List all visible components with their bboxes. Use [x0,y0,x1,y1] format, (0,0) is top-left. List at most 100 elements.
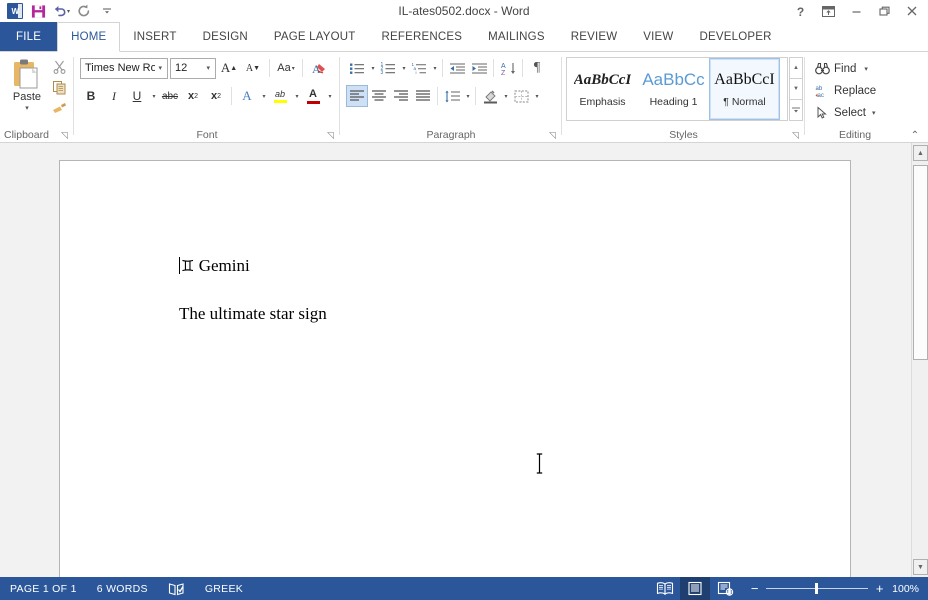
customize-quick-access-toolbar[interactable] [96,1,118,21]
word-count[interactable]: 6 WORDS [87,577,158,600]
tab-review[interactable]: REVIEW [558,22,631,51]
zoom-level-label[interactable]: 100% [892,583,928,595]
style-heading-1[interactable]: AaBbCc Heading 1 [638,58,709,120]
format-painter-button[interactable] [46,98,72,119]
multilevel-list-button[interactable]: 1 a i [408,57,430,79]
borders-dropdown-arrow[interactable]: ▾ [532,85,541,107]
ribbon-display-options-button[interactable] [814,0,842,22]
text-effects-dropdown-arrow[interactable]: ▾ [259,85,268,107]
copy-button[interactable] [46,77,72,98]
tab-insert[interactable]: INSERT [120,22,189,51]
styles-scroll-down-button[interactable]: ▼ [789,78,803,99]
styles-more-button[interactable] [789,99,803,121]
replace-button[interactable]: ab ac Replace [815,80,876,101]
font-color-dropdown-arrow[interactable]: ▾ [325,85,334,107]
numbering-dropdown-arrow[interactable]: ▾ [399,57,408,79]
multilevel-list-dropdown-arrow[interactable]: ▾ [430,57,439,79]
paragraph-dialog-launcher[interactable]: ◹ [549,130,559,140]
scroll-up-button[interactable]: ▲ [913,145,928,161]
zoom-slider[interactable] [766,583,869,594]
paste-dropdown-arrow[interactable]: ▾ [25,104,29,112]
bullets-button[interactable] [346,57,368,79]
chevron-down-icon[interactable]: ▾ [203,64,213,72]
font-name-combobox[interactable]: Times New Ro ▾ [80,57,168,79]
font-dialog-launcher[interactable]: ◹ [327,130,337,140]
help-button[interactable]: ? [786,0,814,22]
show-formatting-marks-button[interactable]: ¶ [526,57,548,79]
language-indicator[interactable]: GREEK [195,577,253,600]
cut-button[interactable] [46,56,72,77]
tab-references[interactable]: REFERENCES [369,22,476,51]
document-canvas[interactable]: ♊ Gemini The ultimate star sign [0,143,911,577]
sort-button[interactable]: A Z [497,57,519,79]
print-layout-button[interactable] [680,577,711,600]
close-button[interactable] [898,0,926,22]
underline-dropdown-arrow[interactable]: ▾ [149,85,158,107]
chevron-down-icon[interactable]: ▾ [292,65,295,72]
find-dropdown-arrow[interactable]: ▾ [864,65,868,73]
save-button[interactable] [27,1,49,21]
tab-home[interactable]: HOME [57,22,121,52]
subscript-button[interactable]: x2 [182,85,204,107]
line-spacing-button[interactable] [441,85,463,107]
decrease-indent-button[interactable] [446,57,468,79]
bullets-dropdown-arrow[interactable]: ▾ [368,57,377,79]
scroll-down-button[interactable]: ▼ [913,559,928,575]
collapse-ribbon-button[interactable]: ⌃ [908,128,922,142]
tab-design[interactable]: DESIGN [190,22,261,51]
web-layout-button[interactable] [710,577,740,600]
tab-page-layout[interactable]: PAGE LAYOUT [261,22,369,51]
find-button[interactable]: Find ▾ [815,58,868,79]
change-case-button[interactable]: Aa ▾ [275,57,297,79]
shading-dropdown-arrow[interactable]: ▾ [501,85,510,107]
align-center-button[interactable] [368,85,390,107]
align-right-button[interactable] [390,85,412,107]
select-dropdown-arrow[interactable]: ▾ [872,109,876,117]
font-color-button[interactable]: A [302,85,324,107]
borders-button[interactable] [510,85,532,107]
style-emphasis[interactable]: AaBbCcI Emphasis [567,58,638,120]
tab-mailings[interactable]: MAILINGS [475,22,558,51]
redo-button[interactable] [73,1,95,21]
underline-button[interactable]: U [126,85,148,107]
select-button[interactable]: Select ▾ [815,102,875,123]
zoom-in-button[interactable]: + [875,581,884,596]
vertical-scrollbar[interactable]: ▲ ▼ [911,143,928,577]
tab-view[interactable]: VIEW [630,22,686,51]
document-paragraph-2[interactable]: The ultimate star sign [179,304,327,324]
font-size-combobox[interactable]: 12 ▾ [170,57,216,79]
styles-scroll-up-button[interactable]: ▲ [789,57,803,78]
undo-dropdown-arrow[interactable]: ▾ [67,8,70,15]
strikethrough-button[interactable]: abc [159,85,181,107]
style-normal[interactable]: AaBbCcI ¶ Normal [709,58,780,120]
restore-button[interactable] [870,0,898,22]
shading-button[interactable] [479,85,501,107]
line-spacing-dropdown-arrow[interactable]: ▾ [463,85,472,107]
scrollbar-thumb[interactable] [913,165,928,360]
document-page[interactable]: ♊ Gemini The ultimate star sign [59,160,851,577]
paste-button[interactable]: Paste ▾ [6,56,48,124]
numbering-button[interactable]: 1 2 3 [377,57,399,79]
italic-button[interactable]: I [103,85,125,107]
grow-font-button[interactable]: A ▲ [218,57,240,79]
align-left-button[interactable] [346,85,368,107]
document-paragraph-1[interactable]: ♊ Gemini [179,256,250,276]
word-app-icon[interactable]: W [4,1,26,21]
page-indicator[interactable]: PAGE 1 OF 1 [0,577,87,600]
text-highlight-button[interactable]: ab [269,85,291,107]
read-mode-button[interactable] [650,577,680,600]
proofing-status-button[interactable] [158,577,195,600]
undo-button[interactable]: ▾ [50,1,72,21]
chevron-down-icon[interactable]: ▾ [155,64,165,72]
zoom-out-button[interactable]: − [750,581,759,596]
minimize-button[interactable] [842,0,870,22]
tab-file[interactable]: FILE [0,22,58,51]
text-effects-button[interactable]: A [236,85,258,107]
highlight-dropdown-arrow[interactable]: ▾ [292,85,301,107]
bold-button[interactable]: B [80,85,102,107]
styles-dialog-launcher[interactable]: ◹ [792,130,802,140]
clear-formatting-button[interactable]: A [308,57,330,79]
tab-developer[interactable]: DEVELOPER [686,22,784,51]
zoom-slider-thumb[interactable] [815,583,819,594]
justify-button[interactable] [412,85,434,107]
